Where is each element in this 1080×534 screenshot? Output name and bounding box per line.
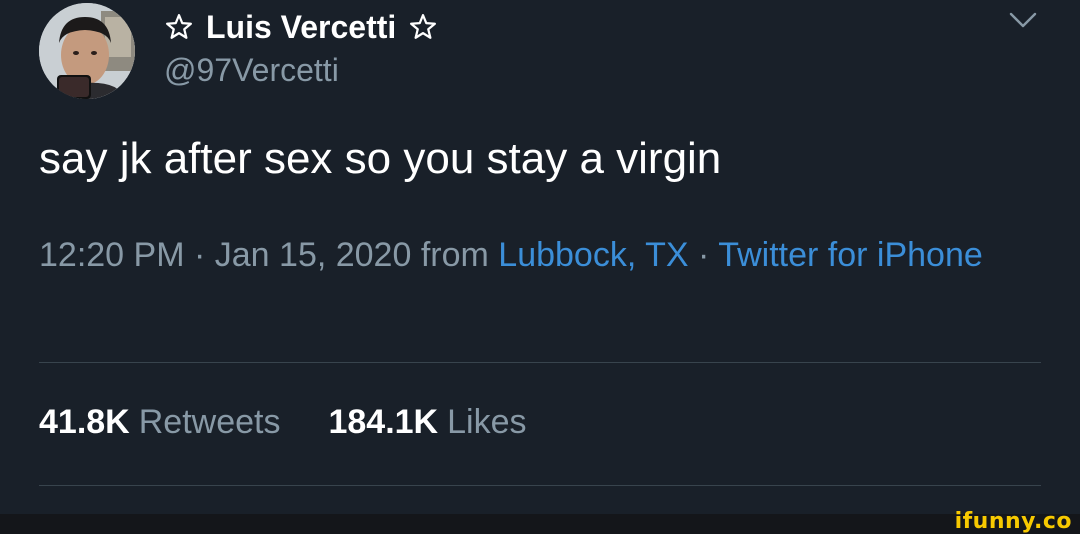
location-link[interactable]: Lubbock, TX [498, 236, 688, 274]
divider [39, 485, 1041, 486]
meta-separator: · [698, 236, 710, 274]
tweet-card: Luis Vercetti @97Vercetti say jk after s… [0, 0, 1080, 514]
ifunny-watermark: ifunny.co [954, 509, 1072, 534]
tweet-date: Jan 15, 2020 [214, 236, 412, 274]
author-handle[interactable]: @97Vercetti [164, 52, 339, 89]
chevron-down-icon[interactable] [1008, 10, 1038, 30]
retweets-label: Retweets [138, 403, 281, 441]
likes-stat[interactable]: 184.1K Likes [328, 403, 526, 442]
avatar[interactable] [39, 3, 135, 99]
tweet-time: 12:20 PM [39, 236, 185, 274]
profile-photo [39, 3, 135, 99]
likes-label: Likes [447, 403, 527, 441]
retweets-count: 41.8K [39, 403, 130, 441]
author-name-row[interactable]: Luis Vercetti [164, 6, 438, 48]
tweet-text: say jk after sex so you stay a virgin [39, 134, 722, 183]
footer-bar: ifunny.co [0, 510, 1080, 534]
outline-star-icon [408, 12, 438, 42]
divider [39, 362, 1041, 363]
from-label: from [420, 236, 489, 274]
retweets-stat[interactable]: 41.8K Retweets [39, 403, 280, 442]
engagement-stats: 41.8K Retweets 184.1K Likes [39, 403, 526, 442]
source-link[interactable]: Twitter for iPhone [718, 236, 983, 274]
likes-count: 184.1K [328, 403, 439, 441]
meta-separator: · [193, 236, 206, 274]
outline-star-icon [164, 12, 194, 42]
author-display-name: Luis Vercetti [206, 8, 397, 45]
tweet-metadata: 12:20 PM · Jan 15, 2020 from Lubbock, TX… [39, 232, 1029, 279]
